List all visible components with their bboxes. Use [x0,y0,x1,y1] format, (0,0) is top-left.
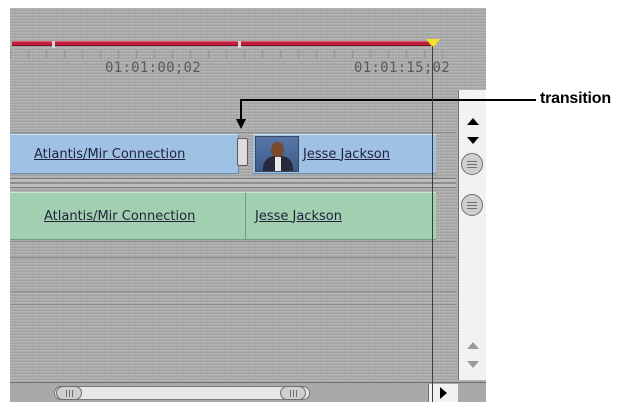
clip-label: Jesse Jackson [255,208,342,224]
callout-label: transition [540,90,611,107]
scroll-up-arrow-icon [467,117,479,125]
audio-clip-jesse-jackson[interactable]: Jesse Jackson [246,192,436,240]
track-divider[interactable] [10,178,456,188]
zoom-slider-thumb[interactable] [280,386,306,400]
scroll-down-button[interactable] [462,355,484,373]
vertical-scrollbar[interactable] [458,90,486,380]
transition-handle[interactable] [237,138,248,166]
scroll-down-button[interactable] [462,131,484,149]
video-clip-atlantis[interactable]: Atlantis/Mir Connection [10,134,239,174]
callout-line [240,99,242,121]
scroll-up-button[interactable] [462,112,484,130]
zoom-slider-track[interactable] [54,386,310,400]
track-separator [10,304,456,305]
clip-label: Atlantis/Mir Connection [44,208,196,224]
zoom-slider-thumb[interactable] [56,386,82,400]
video-clip-jesse-jackson[interactable]: Jesse Jackson [253,134,436,174]
clip-label: Atlantis/Mir Connection [34,146,186,162]
timecode-label: 01:01:00;02 [105,60,202,76]
timeline-panel: 01:01:00;02 01:01:15;02 Atlantis/Mir Con… [10,8,486,402]
track-separator [10,291,456,292]
track-separator [10,132,456,133]
track-separator [10,257,456,258]
timeline-ruler[interactable]: 01:01:00;02 01:01:15;02 [10,38,456,90]
timecode-label: 01:01:15;02 [354,60,451,76]
clip-label: Jesse Jackson [303,146,390,162]
scroll-down-arrow-icon [467,360,479,368]
playhead-marker-icon[interactable] [426,39,440,48]
track-scroll-thumb[interactable] [461,194,483,216]
horizontal-scrollbar[interactable] [10,382,486,402]
callout-line [240,99,536,101]
ruler-ticks [10,50,456,58]
track-separator [10,241,456,242]
callout-arrow-icon [236,119,246,129]
scroll-right-arrow-icon [440,387,447,399]
scroll-down-arrow-icon [467,136,479,144]
audio-clip-atlantis[interactable]: Atlantis/Mir Connection [10,192,246,240]
clip-thumbnail-icon [255,136,299,172]
scroll-up-arrow-icon [467,341,479,349]
playhead-line[interactable] [432,46,433,402]
scroll-up-button[interactable] [462,336,484,354]
track-scroll-thumb[interactable] [461,153,483,175]
render-status-bar [12,41,434,48]
